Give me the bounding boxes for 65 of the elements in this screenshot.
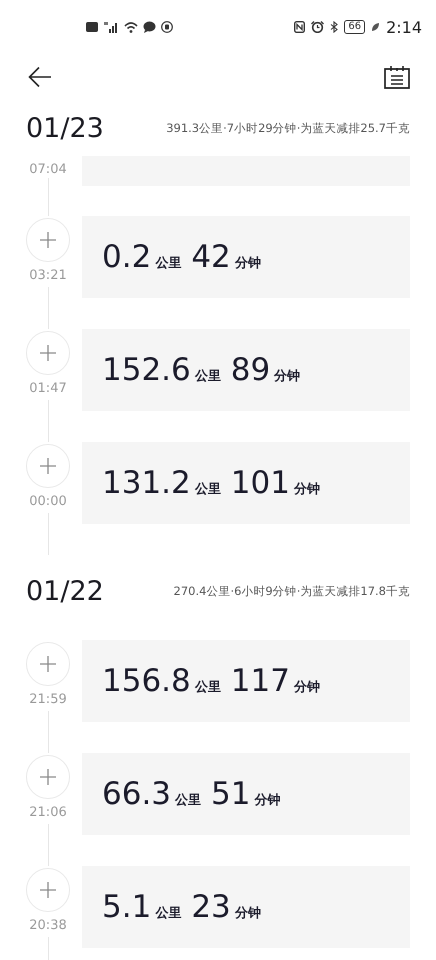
- distance-value: 0.2: [102, 239, 152, 275]
- add-button[interactable]: [26, 218, 70, 262]
- trip-time: 00:00: [29, 494, 67, 509]
- distance-unit: 公里: [175, 792, 202, 809]
- duration-value: 89: [230, 352, 270, 388]
- trip-time: 07:04: [29, 162, 67, 174]
- plus-icon: [40, 882, 56, 898]
- plus-icon: [40, 656, 56, 672]
- duration-unit: 分钟: [234, 905, 261, 922]
- distance-unit: 公里: [194, 368, 221, 385]
- leaf-icon: [371, 22, 380, 32]
- trip-card[interactable]: 152.6 公里 89 分钟: [82, 329, 410, 411]
- add-button[interactable]: [26, 868, 70, 912]
- distance-unit: 公里: [155, 255, 182, 272]
- chat-icon: [143, 21, 156, 33]
- trip-time: 20:38: [29, 918, 67, 933]
- date-heading: 01/22: [26, 576, 104, 606]
- duration-unit: 分钟: [294, 481, 320, 498]
- distance-unit: 公里: [194, 481, 221, 498]
- trip-card[interactable]: 66.3 公里 51 分钟: [82, 753, 410, 835]
- bluetooth-icon: [330, 21, 338, 33]
- distance-unit: 公里: [155, 905, 182, 922]
- distance-unit: 公里: [194, 679, 221, 696]
- plus-icon: [40, 345, 56, 361]
- signal-icon: [103, 21, 119, 33]
- clock-time: 2:14: [386, 18, 422, 36]
- trip-time: 21:59: [29, 692, 67, 707]
- trip-card[interactable]: 5.1 公里 23 分钟: [82, 866, 410, 948]
- duration-value: 51: [211, 776, 250, 812]
- add-button[interactable]: [26, 755, 70, 799]
- duration-unit: 分钟: [254, 792, 280, 809]
- nfc-icon: [294, 21, 306, 33]
- trip-time: 21:06: [29, 805, 67, 820]
- trip-card[interactable]: 0.2 公里 42 分钟: [82, 216, 410, 298]
- distance-value: 5.1: [102, 889, 152, 925]
- distance-value: 131.2: [102, 465, 191, 501]
- duration-value: 23: [191, 889, 231, 925]
- day-summary: 270.4公里·6小时9分钟·为蓝天减排17.8千克: [174, 584, 410, 598]
- alarm-icon: [311, 21, 324, 33]
- duration-value: 101: [230, 465, 290, 501]
- duration-value: 117: [230, 663, 290, 699]
- trip-time: 01:47: [29, 381, 67, 396]
- distance-value: 66.3: [102, 776, 172, 812]
- trip-card[interactable]: 131.2 公里 101 分钟: [82, 442, 410, 524]
- duration-unit: 分钟: [234, 255, 261, 272]
- day-summary: 391.3公里·7小时29分钟·为蓝天减排25.7千克: [166, 120, 410, 136]
- distance-value: 156.8: [102, 663, 191, 699]
- date-heading: 01/23: [26, 112, 104, 144]
- battery-level: 66: [344, 20, 366, 34]
- add-button[interactable]: [26, 642, 70, 686]
- duration-unit: 分钟: [294, 679, 320, 696]
- trip-card[interactable]: 156.8 公里 117 分钟: [82, 640, 410, 722]
- plus-icon: [40, 769, 56, 785]
- duration-value: 42: [191, 239, 231, 275]
- plus-icon: [40, 458, 56, 474]
- wifi-icon: [124, 21, 138, 33]
- duration-unit: 分钟: [274, 368, 300, 385]
- calendar-button[interactable]: [384, 65, 410, 89]
- back-button[interactable]: [28, 66, 52, 88]
- add-button[interactable]: [26, 331, 70, 375]
- add-button[interactable]: [26, 444, 70, 488]
- trip-time: 03:21: [29, 268, 67, 283]
- distance-value: 152.6: [102, 352, 191, 388]
- plus-icon: [40, 232, 56, 248]
- shield-icon: [161, 21, 173, 33]
